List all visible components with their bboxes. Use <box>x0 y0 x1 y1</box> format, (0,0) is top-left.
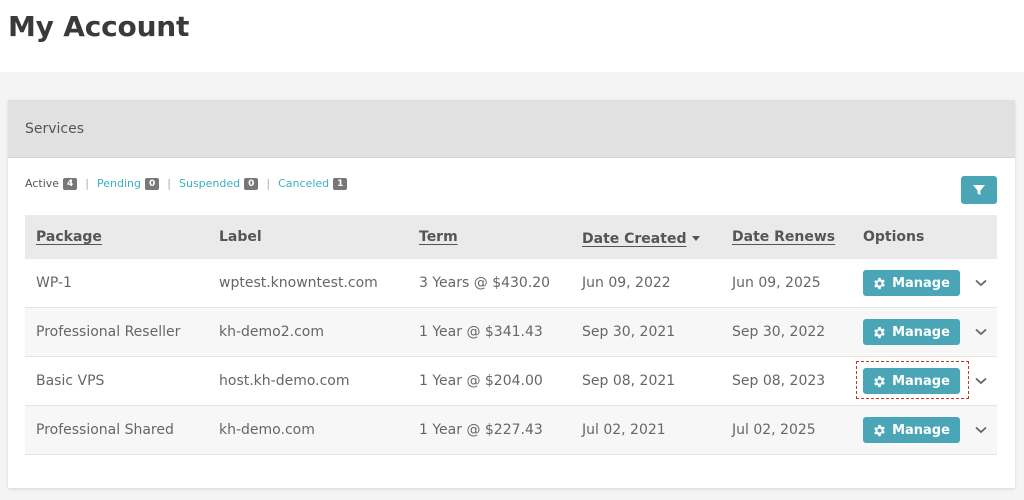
filter-icon <box>973 185 985 195</box>
manage-label: Manage <box>892 275 950 291</box>
column-header-date-created-wrap[interactable]: Date Created <box>582 228 701 247</box>
column-header-package[interactable]: Package <box>36 229 102 245</box>
date-renews-cell: Jun 09, 2025 <box>732 275 821 291</box>
page-title: My Account <box>8 10 190 43</box>
column-header-options: Options <box>863 229 925 245</box>
column-header-term[interactable]: Term <box>419 229 458 245</box>
chevron-down-icon <box>975 377 987 385</box>
panel-title: Services <box>25 121 85 137</box>
column-header-date-created[interactable]: Date Created <box>582 231 686 247</box>
table-row: Basic VPS host.kh-demo.com 1 Year @ $204… <box>25 357 997 406</box>
status-filter-active[interactable]: Active 4 <box>25 177 78 190</box>
date-renews-cell: Sep 30, 2022 <box>732 324 826 340</box>
manage-label: Manage <box>892 422 950 438</box>
label-cell: kh-demo.com <box>219 422 315 438</box>
status-count-badge: 4 <box>63 178 78 190</box>
expand-row-button[interactable] <box>971 420 991 440</box>
gear-icon <box>874 375 885 387</box>
services-panel: Services Active 4 | Pending 0 | Suspended 0… <box>8 100 1015 488</box>
manage-button[interactable]: Manage <box>863 417 960 443</box>
term-cell: 1 Year @ $341.43 <box>419 324 543 340</box>
table-row: Professional Reseller kh-demo2.com 1 Yea… <box>25 308 997 357</box>
gear-icon <box>874 326 885 338</box>
divider: | <box>85 177 90 190</box>
status-count-badge: 1 <box>333 178 348 190</box>
gear-icon <box>874 277 885 289</box>
date-renews-cell: Jul 02, 2025 <box>732 422 816 438</box>
table-header: Package Label Term Date Created Date Ren… <box>25 215 997 259</box>
page-header: My Account <box>0 0 1024 72</box>
package-cell: Professional Reseller <box>36 324 181 340</box>
status-filter-suspended[interactable]: Suspended 0 <box>178 177 259 190</box>
date-created-cell: Jun 09, 2022 <box>582 275 671 291</box>
package-cell: Basic VPS <box>36 373 105 389</box>
manage-label: Manage <box>892 324 950 340</box>
date-renews-cell: Sep 08, 2023 <box>732 373 826 389</box>
date-created-cell: Sep 08, 2021 <box>582 373 676 389</box>
divider: | <box>266 177 271 190</box>
status-label: Canceled <box>278 177 330 190</box>
date-created-cell: Sep 30, 2021 <box>582 324 676 340</box>
status-label: Suspended <box>178 177 241 190</box>
date-created-cell: Jul 02, 2021 <box>582 422 666 438</box>
table-row: Professional Shared kh-demo.com 1 Year @… <box>25 406 997 455</box>
chevron-down-icon <box>975 279 987 287</box>
chevron-down-icon <box>975 328 987 336</box>
panel-header: Services <box>8 100 1015 158</box>
status-label: Pending <box>97 177 141 190</box>
status-label: Active <box>25 177 60 190</box>
expand-row-button[interactable] <box>971 371 991 391</box>
package-cell: WP-1 <box>36 275 72 291</box>
term-cell: 1 Year @ $227.43 <box>419 422 543 438</box>
manage-button[interactable]: Manage <box>863 368 960 394</box>
package-cell: Professional Shared <box>36 422 174 438</box>
services-table: Package Label Term Date Created Date Ren… <box>25 215 997 455</box>
gear-icon <box>874 424 885 436</box>
expand-row-button[interactable] <box>971 273 991 293</box>
expand-row-button[interactable] <box>971 322 991 342</box>
status-count-badge: 0 <box>145 178 160 190</box>
label-cell: host.kh-demo.com <box>219 373 350 389</box>
label-cell: wptest.knowntest.com <box>219 275 378 291</box>
sort-down-icon <box>692 235 701 241</box>
table-row: WP-1 wptest.knowntest.com 3 Years @ $430… <box>25 259 997 308</box>
status-filters: Active 4 | Pending 0 | Suspended 0 | Cancel… <box>25 177 348 190</box>
status-filter-pending[interactable]: Pending 0 <box>97 177 160 190</box>
manage-label: Manage <box>892 373 950 389</box>
manage-button[interactable]: Manage <box>863 270 960 296</box>
filter-button[interactable] <box>961 176 997 204</box>
status-filter-canceled[interactable]: Canceled 1 <box>278 177 348 190</box>
manage-button[interactable]: Manage <box>863 319 960 345</box>
chevron-down-icon <box>975 426 987 434</box>
column-header-label: Label <box>219 229 262 245</box>
term-cell: 3 Years @ $430.20 <box>419 275 551 291</box>
term-cell: 1 Year @ $204.00 <box>419 373 543 389</box>
label-cell: kh-demo2.com <box>219 324 324 340</box>
column-header-date-renews[interactable]: Date Renews <box>732 229 835 245</box>
divider: | <box>167 177 171 190</box>
status-count-badge: 0 <box>244 178 259 190</box>
